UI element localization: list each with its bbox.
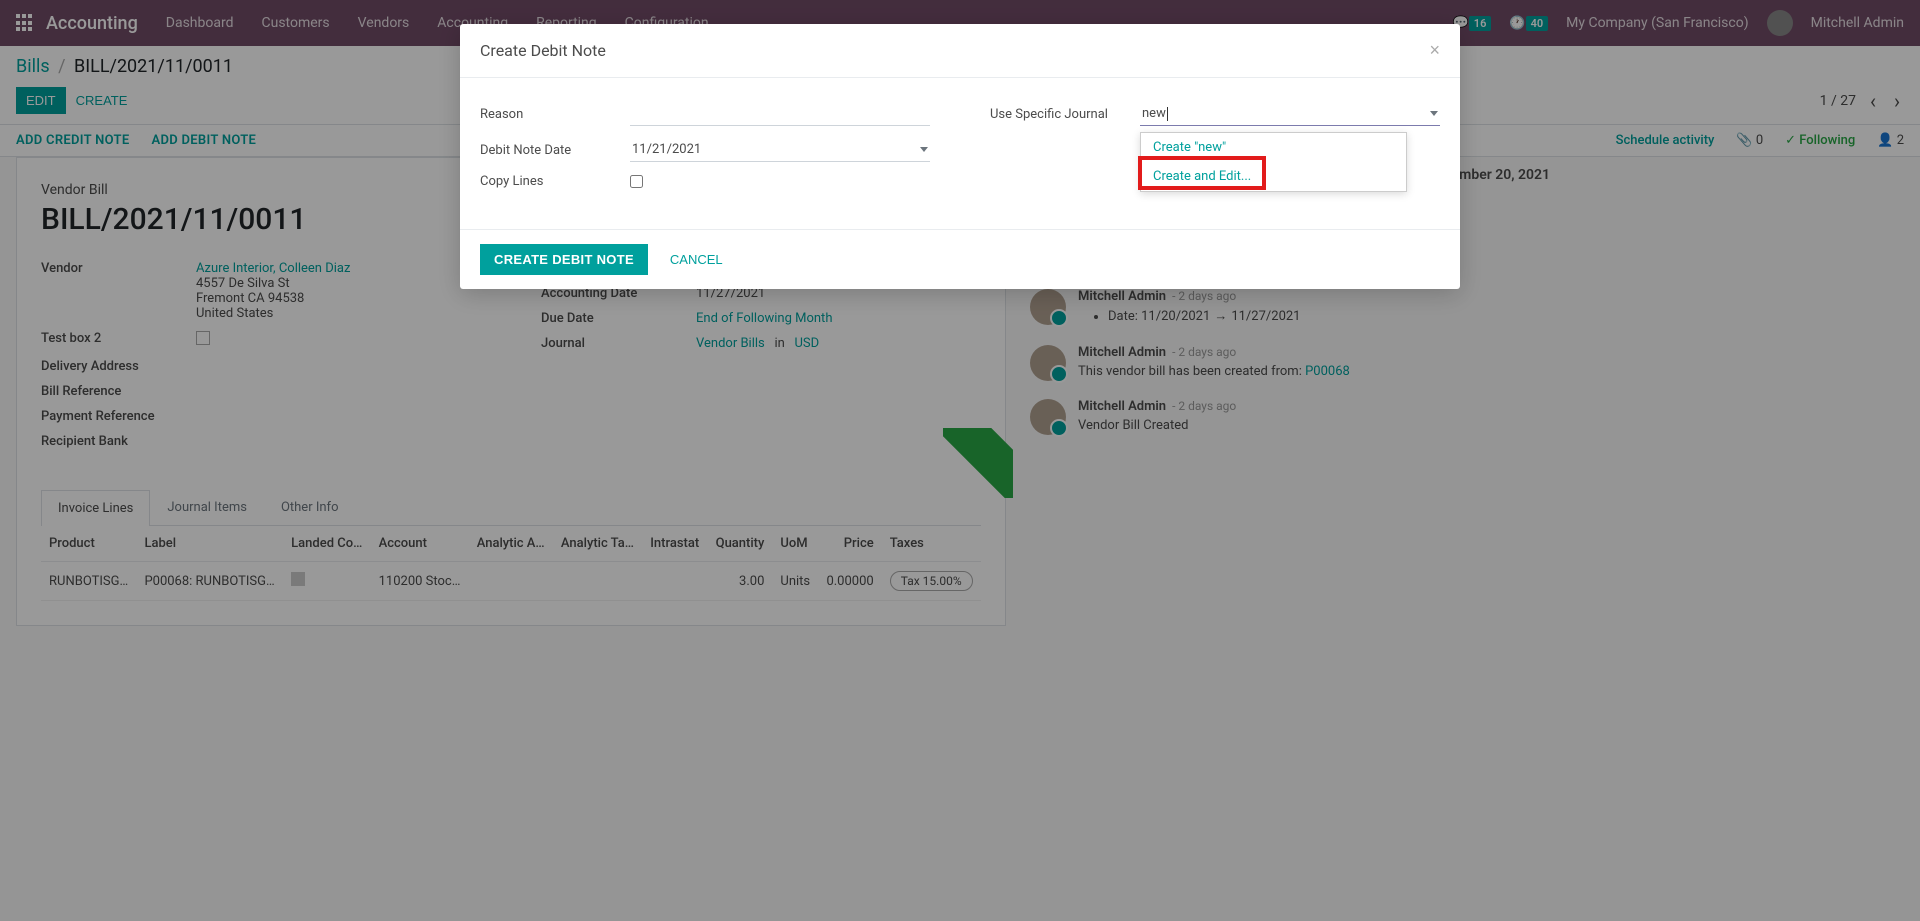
copy-lines-checkbox[interactable]	[630, 175, 643, 188]
modal-title: Create Debit Note	[480, 41, 606, 60]
reason-input[interactable]	[630, 102, 930, 126]
journal-label: Use Specific Journal	[990, 107, 1140, 122]
journal-dropdown: Create "new" Create and Edit...	[1140, 132, 1407, 192]
debit-date-label: Debit Note Date	[480, 143, 630, 158]
dropdown-create-new[interactable]: Create "new"	[1141, 133, 1406, 162]
reason-label: Reason	[480, 107, 630, 122]
debit-date-input[interactable]: 11/21/2021	[630, 138, 930, 162]
modal-close-button[interactable]: ×	[1429, 40, 1440, 61]
journal-input[interactable]: new	[1140, 102, 1440, 126]
create-debit-note-modal: Create Debit Note × Reason Debit Note Da…	[460, 24, 1460, 289]
dropdown-create-edit[interactable]: Create and Edit...	[1141, 162, 1406, 191]
create-debit-note-submit[interactable]: CREATE DEBIT NOTE	[480, 244, 648, 275]
caret-down-icon	[1430, 111, 1438, 116]
copy-lines-label: Copy Lines	[480, 174, 630, 189]
caret-down-icon	[920, 147, 928, 152]
cancel-button[interactable]: CANCEL	[660, 244, 733, 275]
